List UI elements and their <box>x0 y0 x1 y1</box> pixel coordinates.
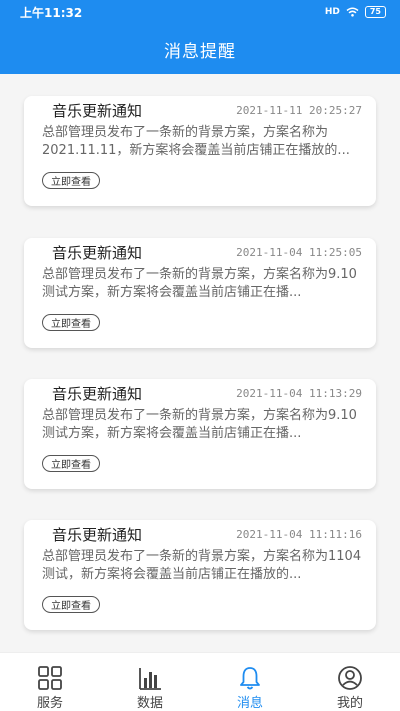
tab-services[interactable]: 服务 <box>0 653 100 711</box>
view-now-button[interactable]: 立即查看 <box>42 596 100 613</box>
page-title: 消息提醒 <box>164 41 236 62</box>
tab-label: 数据 <box>136 696 163 711</box>
tab-data[interactable]: 数据 <box>100 653 200 711</box>
message-time: 2021-11-04 11:11:16 <box>236 528 362 541</box>
wifi-icon <box>346 7 359 17</box>
message-title: 音乐更新通知 <box>52 526 143 544</box>
message-time: 2021-11-04 11:13:29 <box>236 387 362 400</box>
page-header: 消息提醒 <box>0 24 400 74</box>
message-card[interactable]: 音乐更新通知 2021-11-11 20:25:27 总部管理员发布了一条新的背… <box>24 96 376 206</box>
message-title: 音乐更新通知 <box>52 102 143 120</box>
message-card[interactable]: 音乐更新通知 2021-11-04 11:25:05 总部管理员发布了一条新的背… <box>24 238 376 348</box>
bottom-tab-bar: 服务 数据 消息 我的 <box>0 652 400 711</box>
message-title: 音乐更新通知 <box>52 385 143 403</box>
message-card[interactable]: 音乐更新通知 2021-11-04 11:13:29 总部管理员发布了一条新的背… <box>24 379 376 489</box>
status-bar: 上午11:32 HD 75 <box>0 0 400 24</box>
view-now-button[interactable]: 立即查看 <box>42 455 100 472</box>
bell-icon <box>240 667 260 690</box>
grid-icon <box>38 666 62 690</box>
message-body: 总部管理员发布了一条新的背景方案，方案名称为9.10测试方案，新方案将会覆盖当前… <box>42 408 357 441</box>
message-card[interactable]: 音乐更新通知 2021-11-04 11:11:16 总部管理员发布了一条新的背… <box>24 520 376 630</box>
tab-profile[interactable]: 我的 <box>300 653 400 711</box>
tab-messages[interactable]: 消息 <box>200 653 300 711</box>
message-list[interactable]: 音乐更新通知 2021-11-11 20:25:27 总部管理员发布了一条新的背… <box>0 74 400 652</box>
message-title: 音乐更新通知 <box>52 244 143 262</box>
tab-label: 服务 <box>36 696 63 711</box>
view-now-button[interactable]: 立即查看 <box>42 172 100 189</box>
view-now-button[interactable]: 立即查看 <box>42 314 100 331</box>
tab-label: 消息 <box>236 696 263 711</box>
tab-label: 我的 <box>336 696 363 711</box>
message-body: 总部管理员发布了一条新的背景方案，方案名称为2021.11.11，新方案将会覆盖… <box>42 125 350 158</box>
message-body: 总部管理员发布了一条新的背景方案，方案名称为1104测试，新方案将会覆盖当前店铺… <box>42 549 362 582</box>
message-body: 总部管理员发布了一条新的背景方案，方案名称为9.10测试方案，新方案将会覆盖当前… <box>42 267 357 300</box>
user-icon <box>338 666 362 690</box>
status-time: 上午11:32 <box>20 5 83 20</box>
status-icons: HD 75 <box>325 6 386 18</box>
message-time: 2021-11-11 20:25:27 <box>236 104 362 117</box>
bar-chart-icon <box>139 668 161 690</box>
battery-icon: 75 <box>364 6 386 18</box>
signal-icon: HD <box>324 7 340 17</box>
message-time: 2021-11-04 11:25:05 <box>236 246 362 259</box>
